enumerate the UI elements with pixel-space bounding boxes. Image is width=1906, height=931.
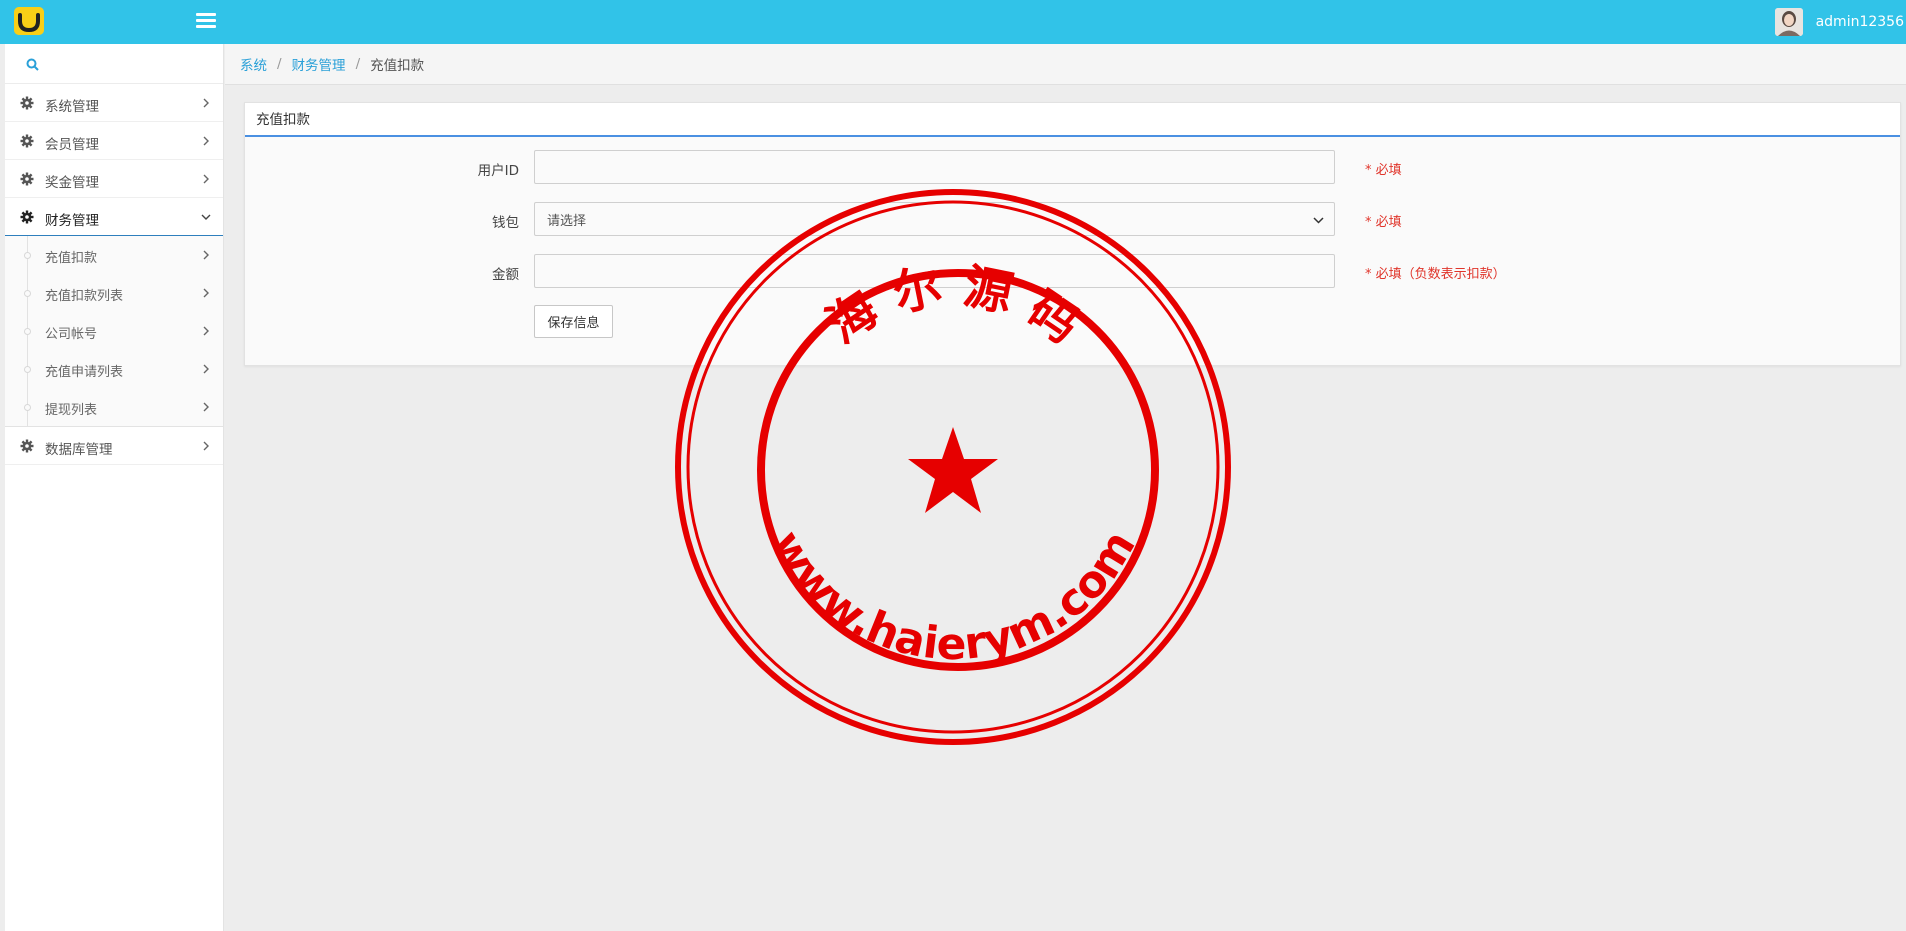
form-row-user-id: 用户ID * 必填 [245, 150, 1900, 184]
sidebar-subitem-recharge-deduct[interactable]: 充值扣款 [5, 236, 223, 274]
chevron-down-icon [1313, 217, 1324, 224]
wallet-select[interactable]: 请选择 [534, 202, 1335, 236]
user-id-required-hint: * 必填 [1365, 163, 1402, 178]
sidebar-subitem-label: 公司帐号 [45, 327, 98, 342]
chevron-right-icon [203, 364, 209, 374]
tree-dot-icon [24, 252, 31, 259]
wallet-required-hint: * 必填 [1365, 215, 1402, 230]
smiley-logo-icon[interactable] [14, 7, 44, 35]
sidebar-subitem-label: 充值扣款列表 [45, 289, 124, 304]
sidebar-search-input[interactable] [5, 44, 223, 84]
chevron-right-icon [203, 174, 209, 184]
hamburger-icon[interactable] [196, 13, 216, 30]
sidebar-item-label: 会员管理 [45, 137, 99, 153]
gear-icon [20, 439, 34, 453]
finance-submenu: 充值扣款 充值扣款列表 公司帐号 充值申请列表 提现列表 [5, 236, 223, 427]
recharge-deduct-panel: 充值扣款 用户ID * 必填 钱包 请选择 * 必填 金额 * 必填（负数表示扣… [244, 102, 1901, 366]
wallet-select-value: 请选择 [547, 213, 587, 229]
save-button[interactable]: 保存信息 [534, 305, 613, 338]
username-label[interactable]: admin12356 [1816, 14, 1906, 30]
gear-icon [20, 172, 34, 186]
sidebar-item-bonus[interactable]: 奖金管理 [5, 160, 223, 198]
sidebar-subitem-company-account[interactable]: 公司帐号 [5, 312, 223, 350]
breadcrumb-separator: / [277, 56, 282, 72]
tree-dot-icon [24, 366, 31, 373]
sidebar-item-members[interactable]: 会员管理 [5, 122, 223, 160]
amount-label: 金额 [492, 267, 519, 283]
user-id-input[interactable] [534, 150, 1335, 184]
chevron-right-icon [203, 98, 209, 108]
breadcrumb-link-system[interactable]: 系统 [240, 54, 267, 74]
chevron-right-icon [203, 250, 209, 260]
gear-icon [20, 96, 34, 110]
sidebar-item-label: 奖金管理 [45, 175, 99, 191]
tree-dot-icon [24, 404, 31, 411]
sidebar-search [5, 44, 223, 84]
chevron-right-icon [203, 441, 209, 451]
watermark-bottom-text: www.haierym.com [761, 522, 1146, 670]
form-row-amount: 金额 * 必填（负数表示扣款） [245, 254, 1900, 288]
sidebar: 系统管理 会员管理 奖金管理 财务管理 充值扣款 充值扣款列表 公司帐号 充值申… [5, 44, 224, 931]
panel-title: 充值扣款 [245, 103, 1900, 137]
sidebar-item-database[interactable]: 数据库管理 [5, 427, 223, 465]
avatar[interactable] [1774, 8, 1803, 36]
gear-icon [20, 210, 34, 224]
tree-dot-icon [24, 290, 31, 297]
breadcrumb: 系统 / 财务管理 / 充值扣款 [225, 44, 1906, 85]
form-row-wallet: 钱包 请选择 * 必填 [245, 202, 1900, 236]
sidebar-subitem-withdraw-list[interactable]: 提现列表 [5, 388, 223, 426]
tree-dot-icon [24, 328, 31, 335]
chevron-down-icon [201, 214, 211, 220]
breadcrumb-link-finance[interactable]: 财务管理 [292, 54, 346, 74]
amount-input[interactable] [534, 254, 1335, 288]
wallet-label: 钱包 [492, 215, 519, 231]
top-navbar: admin12356 [0, 0, 1906, 44]
sidebar-item-label: 财务管理 [45, 213, 99, 229]
user-id-label: 用户ID [477, 163, 519, 179]
chevron-right-icon [203, 288, 209, 298]
chevron-right-icon [203, 402, 209, 412]
chevron-right-icon [203, 326, 209, 336]
sidebar-item-label: 系统管理 [45, 99, 99, 115]
breadcrumb-current: 充值扣款 [370, 58, 425, 74]
chevron-right-icon [203, 136, 209, 146]
sidebar-subitem-label: 充值申请列表 [45, 365, 124, 380]
sidebar-subitem-recharge-requests[interactable]: 充值申请列表 [5, 350, 223, 388]
sidebar-subitem-recharge-list[interactable]: 充值扣款列表 [5, 274, 223, 312]
star-icon [908, 427, 998, 513]
sidebar-item-system[interactable]: 系统管理 [5, 84, 223, 122]
breadcrumb-separator: / [355, 56, 361, 72]
sidebar-item-label: 数据库管理 [45, 442, 113, 458]
user-menu[interactable]: admin12356 [1774, 0, 1906, 44]
sidebar-subitem-label: 提现列表 [45, 403, 98, 418]
sidebar-item-finance[interactable]: 财务管理 [5, 198, 223, 236]
gear-icon [20, 134, 34, 148]
sidebar-subitem-label: 充值扣款 [45, 251, 98, 266]
amount-required-hint: * 必填（负数表示扣款） [1365, 267, 1506, 282]
